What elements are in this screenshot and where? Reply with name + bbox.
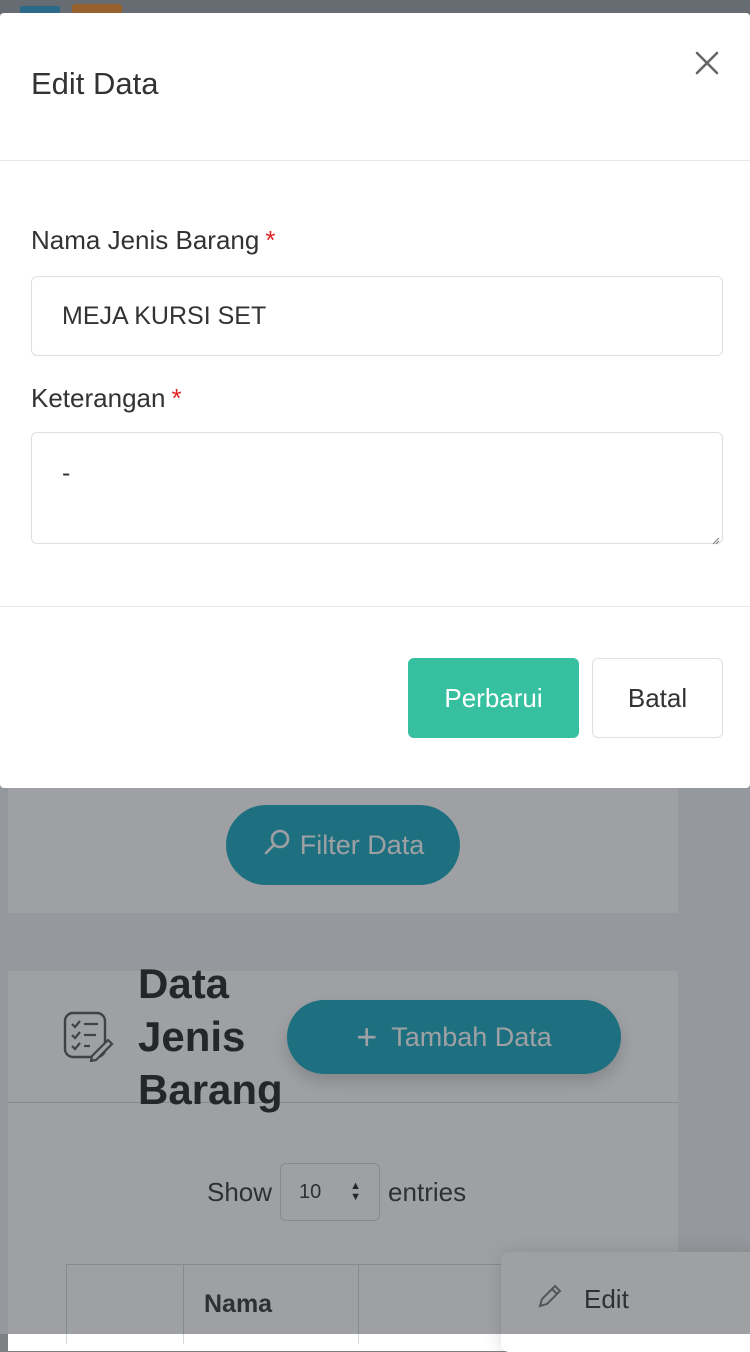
modal-footer-divider <box>0 606 750 607</box>
keterangan-textarea[interactable]: - <box>31 432 723 544</box>
update-button[interactable]: Perbarui <box>408 658 579 738</box>
field-label-text: Keterangan <box>31 383 166 413</box>
required-mark: * <box>171 383 182 413</box>
required-mark: * <box>265 225 276 255</box>
close-icon <box>695 51 719 75</box>
modal-header-divider <box>0 160 750 161</box>
resize-handle-icon[interactable] <box>712 532 720 545</box>
nama-jenis-barang-value: MEJA KURSI SET <box>62 301 267 330</box>
nama-jenis-barang-input[interactable]: MEJA KURSI SET <box>31 276 723 356</box>
modal-title: Edit Data <box>31 66 159 101</box>
close-button[interactable] <box>688 44 726 82</box>
keterangan-value: - <box>62 459 71 487</box>
field-label-keterangan: Keterangan * <box>31 383 182 414</box>
edit-data-modal: Edit Data Nama Jenis Barang * MEJA KURSI … <box>0 13 750 788</box>
field-label-text: Nama Jenis Barang <box>31 225 260 255</box>
cancel-button[interactable]: Batal <box>592 658 723 738</box>
field-label-nama-jenis-barang: Nama Jenis Barang * <box>31 225 275 256</box>
